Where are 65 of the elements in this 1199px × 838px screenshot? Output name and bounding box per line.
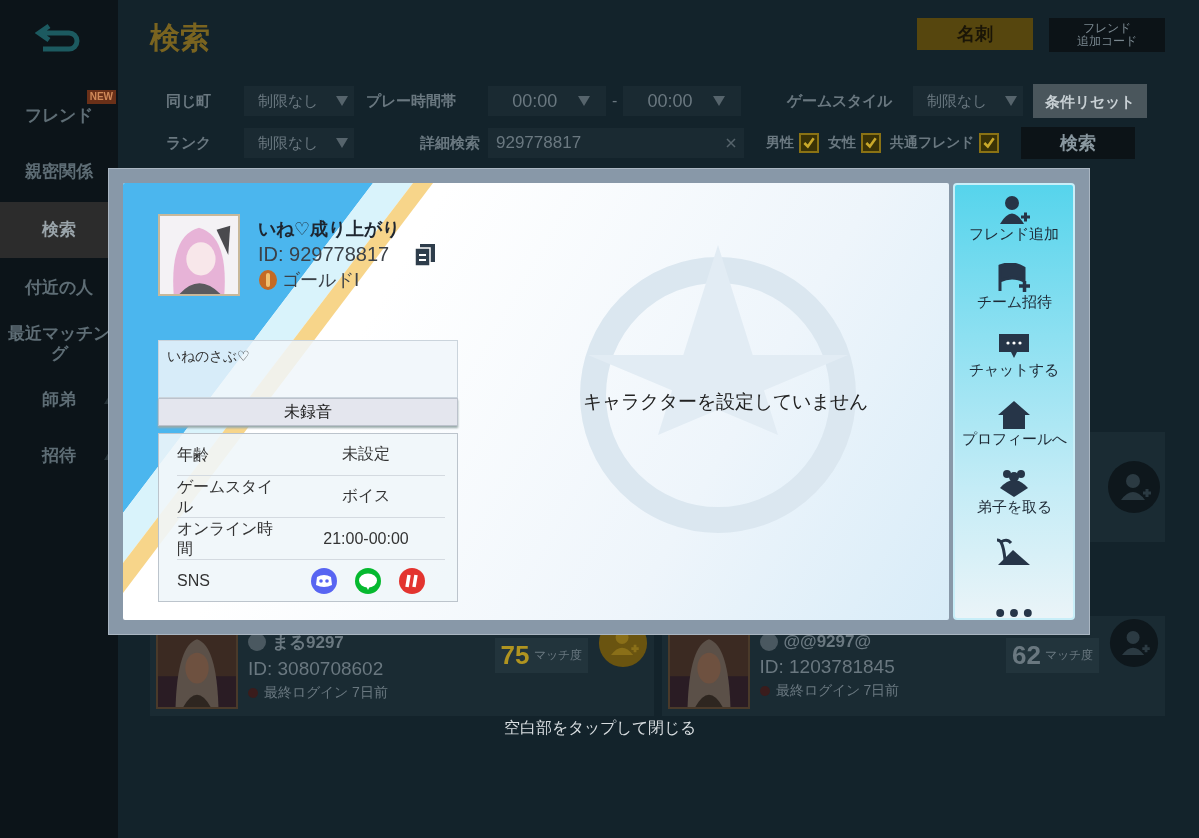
copy-icon[interactable] (415, 243, 436, 266)
more-icon[interactable] (994, 608, 1034, 618)
page-title: 検索 (150, 20, 210, 56)
checkbox-label: 男性 (766, 134, 794, 152)
status-dot (248, 687, 258, 698)
empty-character-message: キャラクターを設定していません (583, 390, 868, 414)
dropdown[interactable]: 00:00 (623, 86, 742, 116)
sidebar-item[interactable]: NEW フレンド (0, 88, 118, 144)
player-id: ID: 1203781845 (759, 656, 896, 678)
clear-icon[interactable] (726, 138, 736, 148)
player-id: ID: 3080708602 (248, 657, 385, 680)
checkbox-label: 女性 (828, 134, 856, 152)
search-button[interactable]: 検索 (1021, 127, 1135, 159)
status-dot (759, 686, 770, 696)
action-button[interactable]: 弟子を取る (976, 467, 1052, 536)
new-badge: NEW (86, 90, 116, 104)
last-login: 最終ログイン 7日前 (775, 682, 900, 700)
dropdown-arrow-icon (336, 96, 348, 106)
filter-label: プレー時間帯 (366, 91, 457, 111)
close-hint: 空白部をタップして閉じる (503, 718, 696, 738)
pause-icon[interactable] (399, 567, 425, 594)
dropdown[interactable]: 制限なし (244, 128, 354, 158)
info-value: 21:00-00:00 (322, 529, 410, 548)
checkbox[interactable] (979, 133, 999, 153)
dropdown[interactable]: 制限なし (913, 86, 1024, 116)
filter-label: ランク (166, 133, 212, 153)
dropdown-arrow-icon (1005, 96, 1018, 106)
action-button[interactable]: チーム招待 (976, 263, 1052, 332)
dropdown-arrow-icon (336, 138, 348, 148)
filter-label: ゲームスタイル (785, 91, 893, 111)
info-label: 年齢 (177, 444, 210, 465)
info-label: ゲームスタイル (177, 477, 274, 516)
flag-plus-icon (997, 263, 1031, 294)
dropdown-arrow-icon (577, 96, 590, 106)
last-login: 最終ログイン 7日前 (264, 683, 388, 702)
rank-label: ゴールドⅠ (282, 269, 360, 292)
player-name: まる9297 (272, 631, 344, 654)
home-icon (997, 399, 1031, 430)
info-label: オンライン時間 (177, 519, 274, 558)
checkbox[interactable] (799, 133, 819, 153)
checkbox[interactable] (861, 133, 881, 153)
filter-label: 同じ町 (166, 91, 212, 111)
friend-code-button[interactable]: フレンド 追加コード (1049, 18, 1165, 52)
dropdown-arrow-icon (713, 96, 726, 106)
range-separator: - (612, 92, 618, 110)
info-value: ボイス (341, 486, 391, 506)
filter-label: 詳細検索 (419, 133, 481, 153)
checkbox-label: 共通フレンド (890, 134, 974, 152)
reset-button[interactable]: 条件リセット (1033, 84, 1148, 118)
rank-medal-icon (258, 269, 278, 291)
bio-text-box: いねのさぶ♡ (158, 340, 458, 398)
action-button[interactable]: フレンド追加 (969, 195, 1059, 264)
voice-button[interactable]: 未録音 (158, 398, 458, 426)
dropdown[interactable]: 制限なし (244, 86, 354, 116)
action-button[interactable]: チャットする (969, 331, 1059, 400)
game-controller-icon[interactable] (311, 567, 337, 594)
business-card-button[interactable]: 名刺 (917, 18, 1033, 50)
info-value: 未設定 (341, 444, 391, 464)
chat-bubble-icon[interactable] (355, 567, 381, 594)
player-name: @@9297@ (783, 632, 872, 652)
search-field[interactable]: 929778817 (488, 128, 744, 158)
action-button[interactable]: プロフィールへ (961, 399, 1067, 468)
add-person-icon (997, 195, 1031, 225)
info-label: SNS (177, 570, 211, 591)
dropdown[interactable]: 00:00 (488, 86, 606, 116)
